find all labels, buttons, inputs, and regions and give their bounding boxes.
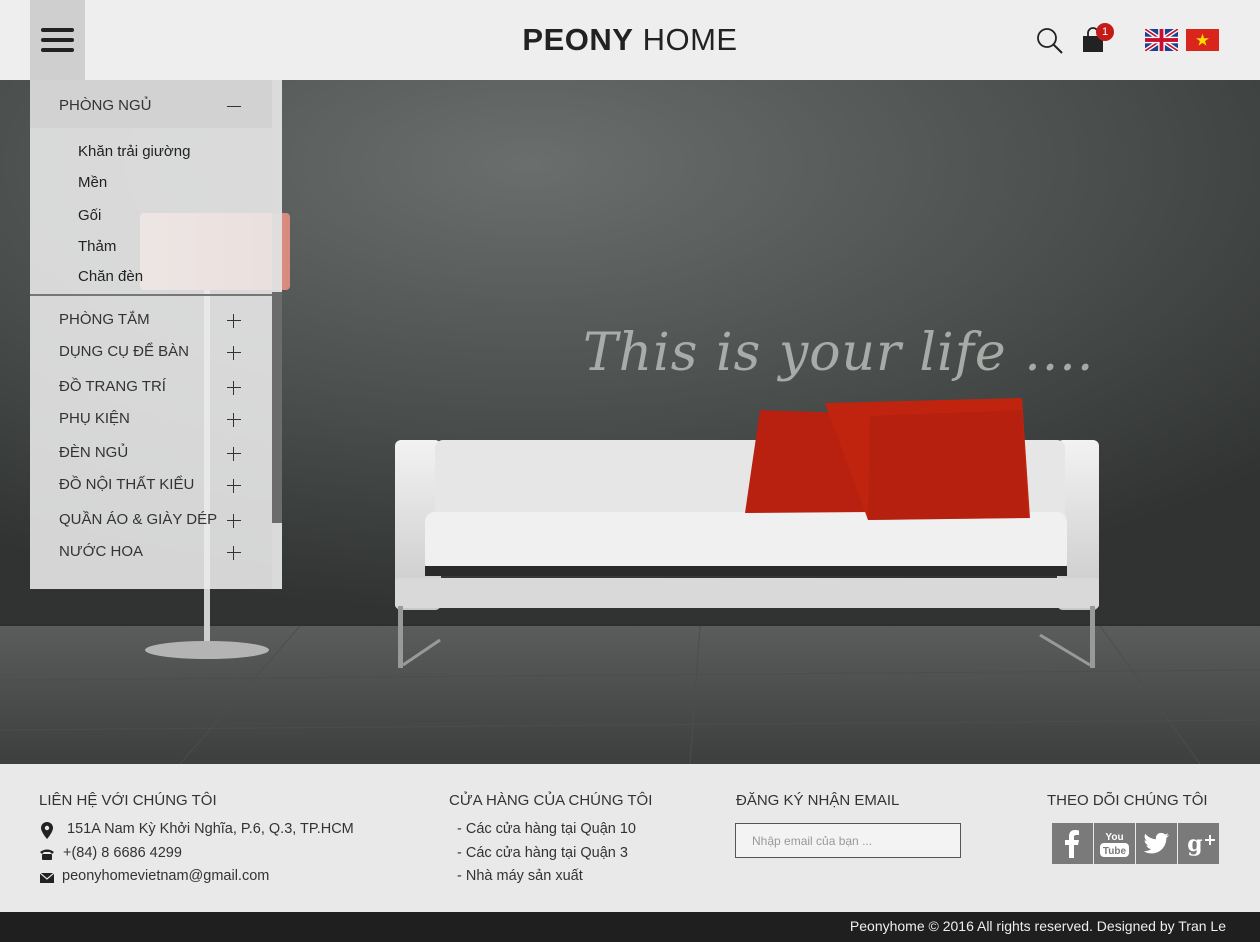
search-icon[interactable] — [1036, 27, 1064, 55]
category-side-menu: PHÒNG NGỦ Khăn trải giường Mền Gối Thảm … — [30, 80, 282, 589]
collapse-minus-icon[interactable] — [227, 106, 241, 107]
subcategory-item[interactable]: Gối — [78, 207, 101, 224]
category-item[interactable]: QUẦN ÁO & GIÀY DÉP — [30, 504, 272, 534]
copyright-bar: Peonyhome © 2016 All rights reserved. De… — [0, 912, 1260, 942]
category-label: ĐÈN NGỦ — [59, 444, 129, 461]
cart-count-badge: 1 — [1096, 23, 1114, 41]
category-item[interactable]: DỤNG CỤ ĐỂ BÀN — [30, 336, 272, 366]
category-label: DỤNG CỤ ĐỂ BÀN — [59, 343, 190, 360]
category-item[interactable]: PHỤ KIỆN — [30, 403, 272, 433]
category-item[interactable]: ĐỒ NỘI THẤT KIỂU — [30, 469, 272, 499]
expand-plus-icon[interactable] — [227, 413, 241, 427]
site-header: PEONY HOME 1 — [0, 0, 1260, 80]
google-plus-icon[interactable]: g — [1178, 823, 1219, 864]
map-pin-icon — [41, 822, 53, 839]
category-item[interactable]: PHÒNG TẮM — [30, 304, 272, 334]
expand-plus-icon[interactable] — [227, 546, 241, 560]
vietnam-flag-icon[interactable] — [1186, 29, 1219, 51]
copyright-text: Peonyhome © 2016 All rights reserved. De… — [849, 918, 1226, 934]
subcategory-item[interactable]: Khăn trải giường — [78, 143, 190, 160]
svg-text:Tube: Tube — [1103, 846, 1127, 857]
contact-title: LIÊN HỆ VỚI CHÚNG TÔI — [39, 792, 217, 809]
expand-plus-icon[interactable] — [227, 381, 241, 395]
follow-title: THEO DÕI CHÚNG TÔI — [1047, 792, 1208, 809]
expand-plus-icon[interactable] — [227, 346, 241, 360]
youtube-icon[interactable]: You Tube — [1094, 823, 1135, 864]
expand-plus-icon[interactable] — [227, 314, 241, 328]
site-footer: LIÊN HỆ VỚI CHÚNG TÔI 151A Nam Kỳ Khởi N… — [0, 764, 1260, 912]
category-label: PHỤ KIỆN — [59, 410, 130, 427]
facebook-icon[interactable] — [1052, 823, 1093, 864]
category-label: NƯỚC HOA — [59, 543, 144, 560]
svg-text:g: g — [1187, 831, 1202, 857]
subcategory-item[interactable]: Mền — [78, 174, 107, 191]
logo-bold-text: PEONY — [522, 22, 634, 57]
svg-text:You: You — [1105, 832, 1123, 843]
category-label: ĐỒ TRANG TRÍ — [59, 378, 166, 395]
mail-icon — [40, 873, 54, 883]
expand-plus-icon[interactable] — [227, 514, 241, 528]
store-link[interactable]: - Các cửa hàng tại Quận 10 — [457, 821, 636, 837]
category-label: QUẦN ÁO & GIÀY DÉP — [59, 511, 218, 528]
category-label: ĐỒ NỘI THẤT KIỂU — [59, 476, 195, 493]
store-link[interactable]: - Các cửa hàng tại Quận 3 — [457, 845, 628, 861]
phone-icon — [40, 849, 54, 860]
category-item[interactable]: ĐÈN NGỦ — [30, 437, 272, 467]
store-link[interactable]: - Nhà máy sản xuất — [457, 868, 583, 884]
category-item[interactable]: ĐỒ TRANG TRÍ — [30, 371, 272, 401]
hero-tagline: This is your life .... — [583, 323, 1095, 383]
expand-plus-icon[interactable] — [227, 447, 241, 461]
category-label: PHÒNG NGỦ — [59, 97, 152, 114]
stores-title: CỬA HÀNG CỦA CHÚNG TÔI — [449, 792, 653, 809]
logo-thin-text: HOME — [642, 22, 738, 57]
contact-address: 151A Nam Kỳ Khởi Nghĩa, P.6, Q.3, TP.HCM — [67, 821, 354, 837]
newsletter-title: ĐĂNG KÝ NHẬN EMAIL — [736, 792, 900, 809]
contact-email[interactable]: peonyhomevietnam@gmail.com — [62, 868, 269, 884]
subcategory-item[interactable]: Chăn đèn — [78, 268, 143, 285]
twitter-icon[interactable] — [1136, 823, 1177, 864]
category-label: PHÒNG TẮM — [59, 311, 150, 328]
newsletter-email-input[interactable] — [735, 823, 961, 858]
menu-divider — [30, 294, 272, 296]
subcategory-item[interactable]: Thảm — [78, 238, 116, 255]
contact-phone[interactable]: +(84) 8 6686 4299 — [63, 845, 182, 861]
category-bedroom-expanded[interactable]: PHÒNG NGỦ — [30, 80, 272, 128]
menu-scrollbar-thumb[interactable] — [272, 292, 282, 523]
expand-plus-icon[interactable] — [227, 479, 241, 493]
uk-flag-icon[interactable] — [1145, 29, 1178, 51]
category-item[interactable]: NƯỚC HOA — [30, 536, 272, 566]
site-logo[interactable]: PEONY HOME — [0, 22, 1260, 58]
